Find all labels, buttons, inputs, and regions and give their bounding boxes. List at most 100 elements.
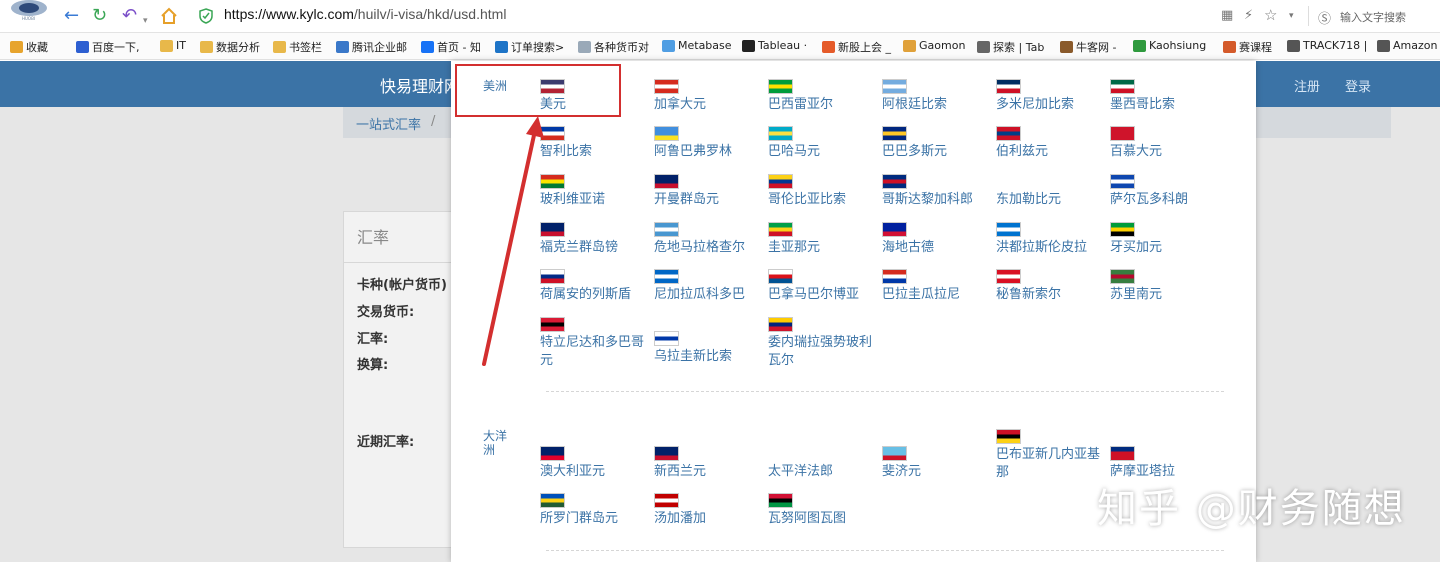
site-title[interactable]: 快易理财网 — [380, 73, 460, 97]
bookmark-label: 腾讯企业邮 — [352, 41, 407, 54]
bookmark-item[interactable]: Gaomon — [903, 39, 965, 52]
flag-icon — [996, 126, 1021, 141]
currency-option[interactable]: 牙买加元 — [1110, 222, 1222, 257]
bookmark-item[interactable]: 赛课程 — [1223, 39, 1272, 55]
currency-option[interactable]: 所罗门群岛元 — [540, 493, 652, 528]
currency-name: 巴拉圭瓜拉尼 — [882, 287, 961, 302]
currency-option[interactable]: 阿鲁巴弗罗林 — [654, 126, 766, 161]
lightning-icon[interactable]: ⚡ — [1244, 8, 1253, 23]
bookmark-item[interactable]: IT — [160, 39, 186, 52]
address-bar[interactable]: https://www.kylc.com/huilv/i-visa/hkd/us… — [224, 6, 506, 22]
url-host: https://www.kylc.com — [224, 6, 354, 22]
currency-option[interactable]: 巴巴多斯元 — [882, 126, 994, 161]
currency-option[interactable]: 巴拉圭瓜拉尼 — [882, 269, 994, 304]
currency-option[interactable]: 荷属安的列斯盾 — [540, 269, 652, 304]
currency-option[interactable]: 巴布亚新几内亚基那 — [996, 429, 1108, 482]
bookmark-item[interactable]: 百度一下, — [76, 39, 140, 55]
flag-icon — [768, 126, 793, 141]
currency-option[interactable]: 巴西雷亚尔 — [768, 79, 880, 114]
currency-option[interactable]: 尼加拉瓜科多巴 — [654, 269, 766, 304]
currency-option[interactable]: 墨西哥比索 — [1110, 79, 1222, 114]
bookmark-item[interactable]: Tableau · — [742, 39, 807, 52]
currency-option[interactable]: 太平洋法郎 — [768, 446, 880, 481]
currency-option[interactable]: 乌拉圭新比索 — [654, 331, 766, 366]
currency-option[interactable]: 福克兰群岛镑 — [540, 222, 652, 257]
back-icon[interactable]: ← — [64, 6, 79, 26]
currency-option[interactable]: 圭亚那元 — [768, 222, 880, 257]
currency-option[interactable]: 澳大利亚元 — [540, 446, 652, 481]
currency-option[interactable]: 多米尼加比索 — [996, 79, 1108, 114]
currency-option[interactable]: 特立尼达和多巴哥元 — [540, 317, 652, 370]
bookmark-item[interactable]: 牛客网 - — [1060, 39, 1116, 55]
region-divider — [546, 550, 1224, 551]
currency-option[interactable]: 东加勒比元 — [996, 174, 1108, 209]
bookmark-label: 数据分析 — [216, 41, 260, 54]
currency-option[interactable]: 巴哈马元 — [768, 126, 880, 161]
currency-name: 萨尔瓦多科朗 — [1110, 192, 1189, 207]
currency-option[interactable]: 海地古德 — [882, 222, 994, 257]
currency-name: 伯利兹元 — [996, 144, 1049, 159]
currency-option[interactable]: 巴拿马巴尔博亚 — [768, 269, 880, 304]
breadcrumb-link[interactable]: 一站式汇率 — [356, 114, 421, 133]
currency-option[interactable]: 斐济元 — [882, 446, 994, 481]
home-icon[interactable] — [160, 7, 178, 25]
region-divider — [546, 391, 1224, 392]
bookmark-star-icon[interactable]: ☆ — [1264, 6, 1277, 24]
currency-option[interactable]: 阿根廷比索 — [882, 79, 994, 114]
bookmark-item[interactable]: Amazon — [1377, 39, 1437, 52]
currency-option[interactable]: 开曼群岛元 — [654, 174, 766, 209]
apps-grid-icon[interactable]: ▦ — [1221, 8, 1233, 23]
search-input[interactable]: 输入文字搜索 — [1340, 9, 1406, 25]
currency-option[interactable]: 瓦努阿图瓦图 — [768, 493, 880, 528]
bookmark-item[interactable]: 收藏 — [10, 39, 48, 55]
login-link[interactable]: 登录 — [1345, 76, 1371, 95]
nowcoder-icon — [1060, 41, 1073, 53]
bookmark-item[interactable]: Kaohsiung — [1133, 39, 1206, 52]
bookmark-item[interactable]: 各种货币对 — [578, 39, 649, 55]
reload-icon[interactable]: ↻ — [92, 6, 107, 26]
currency-option[interactable]: 智利比索 — [540, 126, 652, 161]
register-link[interactable]: 注册 — [1294, 76, 1320, 95]
bookmark-item[interactable]: 订单搜索> — [495, 39, 564, 55]
flag-icon — [996, 79, 1021, 94]
flag-icon — [882, 126, 907, 141]
bird-icon — [822, 41, 835, 53]
currency-option[interactable]: 新西兰元 — [654, 446, 766, 481]
currency-option[interactable]: 汤加潘加 — [654, 493, 766, 528]
currency-option[interactable]: 洪都拉斯伦皮拉 — [996, 222, 1108, 257]
doc-icon — [1377, 39, 1390, 52]
bookmark-label: 赛课程 — [1239, 41, 1272, 54]
metabase-icon — [662, 39, 675, 52]
undo-icon[interactable]: ↶ — [122, 6, 137, 26]
bookmark-item[interactable]: 书签栏 — [273, 39, 322, 55]
bookmark-item[interactable]: Metabase — [662, 39, 732, 52]
menu-dropdown-icon[interactable]: ▾ — [1289, 11, 1294, 21]
search-engine-icon[interactable]: Ⓢ — [1318, 8, 1331, 27]
currency-option[interactable]: 百慕大元 — [1110, 126, 1222, 161]
bookmark-item[interactable]: 探索 | Tab — [977, 39, 1044, 55]
bookmark-item[interactable]: 首页 - 知 — [421, 39, 481, 55]
flag-icon — [996, 222, 1021, 237]
doc-icon — [1287, 39, 1300, 52]
bookmark-label: Metabase — [678, 39, 732, 52]
flag-icon — [768, 174, 793, 189]
currency-option[interactable]: 哥斯达黎加科郎 — [882, 174, 994, 209]
flag-icon — [882, 222, 907, 237]
url-path: /huilv/i-visa/hkd/usd.html — [353, 6, 507, 22]
field-rate: 汇率: — [357, 332, 389, 347]
undo-dropdown-icon[interactable]: ▾ — [143, 11, 148, 31]
currency-option[interactable]: 萨尔瓦多科朗 — [1110, 174, 1222, 209]
currency-option[interactable]: 秘鲁新索尔 — [996, 269, 1108, 304]
currency-option[interactable]: 玻利维亚诺 — [540, 174, 652, 209]
currency-option[interactable]: 委内瑞拉强势玻利瓦尔 — [768, 317, 880, 370]
currency-option[interactable]: 苏里南元 — [1110, 269, 1222, 304]
currency-option[interactable]: 危地马拉格查尔 — [654, 222, 766, 257]
bookmark-item[interactable]: TRACK718 | — [1287, 39, 1367, 52]
bookmark-item[interactable]: 数据分析 — [200, 39, 260, 55]
bookmark-label: 收藏 — [26, 41, 48, 54]
bookmark-item[interactable]: 腾讯企业邮 — [336, 39, 407, 55]
bookmark-item[interactable]: 新股上会 _ — [822, 39, 891, 55]
currency-option[interactable]: 哥伦比亚比索 — [768, 174, 880, 209]
currency-option[interactable]: 加拿大元 — [654, 79, 766, 114]
currency-option[interactable]: 伯利兹元 — [996, 126, 1108, 161]
